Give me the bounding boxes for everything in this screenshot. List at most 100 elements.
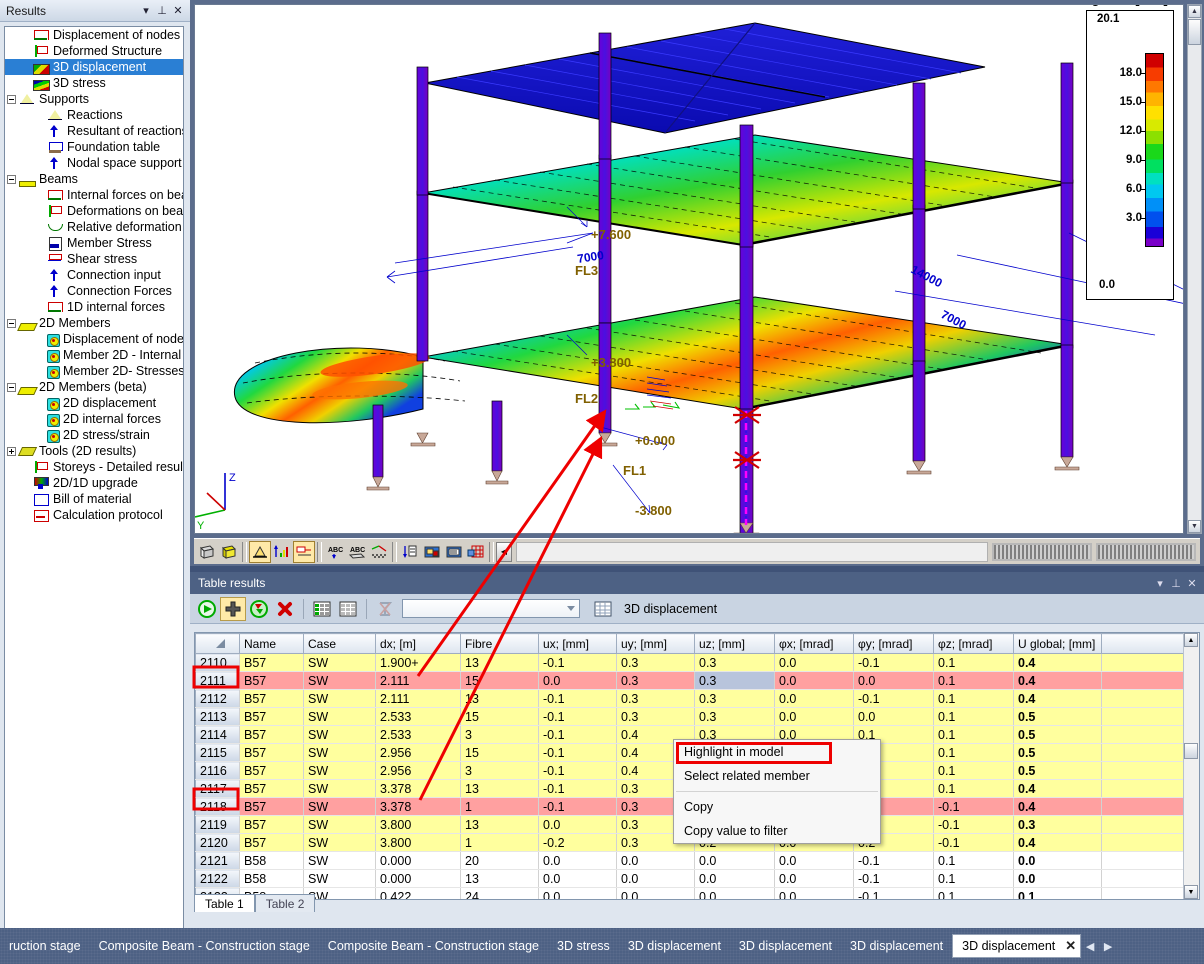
cell-case[interactable]: SW (304, 816, 376, 834)
cell-dx[interactable]: 3.378 (376, 780, 461, 798)
cell-name[interactable]: B57 (240, 744, 304, 762)
cell-dx[interactable]: 3.800 (376, 816, 461, 834)
scroll-thumb-a[interactable] (992, 543, 1092, 561)
cell-pz[interactable]: 0.1 (934, 744, 1014, 762)
column-header-phix[interactable]: φx; [mrad] (775, 634, 854, 654)
cell-uz[interactable]: 0.0 (695, 888, 775, 901)
tree-item-deformations-on-beam[interactable]: Deformations on beam (5, 203, 183, 219)
tree-item-shear-stress[interactable]: Shear stress (5, 251, 183, 267)
cell-case[interactable]: SW (304, 672, 376, 690)
cell-ux[interactable]: -0.1 (539, 726, 617, 744)
cell-fibre[interactable]: 15 (461, 708, 539, 726)
column-header-phiz[interactable]: φz; [mrad] (934, 634, 1014, 654)
row-index[interactable]: 2113 (196, 708, 240, 726)
model-3d-view[interactable]: 7000 14000 7000 +7.600 +3.800 +0.000 -3.… (194, 4, 1184, 534)
cell-name[interactable]: B57 (240, 798, 304, 816)
cell-dx[interactable]: 3.378 (376, 798, 461, 816)
column-header-index[interactable] (196, 634, 240, 654)
cell-pz[interactable]: 0.1 (934, 888, 1014, 901)
cell-case[interactable]: SW (304, 744, 376, 762)
tree-item-2d-displacement[interactable]: 2D displacement (5, 395, 183, 411)
cell-ux[interactable]: -0.1 (539, 798, 617, 816)
cell-name[interactable]: B57 (240, 690, 304, 708)
tab-prev-icon[interactable]: ◀ (1081, 935, 1099, 957)
cell-fibre[interactable]: 3 (461, 726, 539, 744)
cell-ux[interactable]: 0.0 (539, 816, 617, 834)
column-header-ux[interactable]: ux; [mm] (539, 634, 617, 654)
cell-ux[interactable]: -0.1 (539, 744, 617, 762)
tree-expander-minus-icon[interactable] (7, 95, 16, 104)
cell-py[interactable]: 0.0 (854, 672, 934, 690)
close-icon[interactable]: ✕ (1184, 577, 1200, 590)
cell-ug[interactable]: 0.4 (1014, 834, 1102, 852)
labels-icon[interactable] (293, 541, 315, 563)
add-icon[interactable] (220, 597, 246, 621)
row-index[interactable]: 2121 (196, 852, 240, 870)
cell-px[interactable]: 0.0 (775, 870, 854, 888)
tree-item-deformed-structure[interactable]: Deformed Structure (5, 43, 183, 59)
context-menu[interactable]: Highlight in model Select related member… (673, 739, 881, 844)
close-icon[interactable]: ✕ (1065, 938, 1076, 954)
cell-ug[interactable]: 0.4 (1014, 690, 1102, 708)
cell-fibre[interactable]: 13 (461, 654, 539, 672)
cell-fibre[interactable]: 13 (461, 690, 539, 708)
column-header-name[interactable]: Name (240, 634, 304, 654)
scroll-thumb[interactable] (1188, 19, 1201, 45)
cell-case[interactable]: SW (304, 852, 376, 870)
cell-case[interactable]: SW (304, 780, 376, 798)
cell-pz[interactable]: 0.1 (934, 708, 1014, 726)
cell-name[interactable]: B57 (240, 708, 304, 726)
picture-icon[interactable] (421, 541, 443, 563)
tree-item-nodal-space-support-re[interactable]: Nodal space support re (5, 155, 183, 171)
results-grid-container[interactable]: Name Case dx; [m] Fibre ux; [mm] uy; [mm… (194, 632, 1200, 900)
tree-item-internal-forces-on-beam[interactable]: Internal forces on beam (5, 187, 183, 203)
row-index[interactable]: 2122 (196, 870, 240, 888)
row-index[interactable]: 2120 (196, 834, 240, 852)
grid-overlay-icon[interactable] (465, 541, 487, 563)
doc-tab[interactable]: 3D stress (548, 935, 619, 957)
column-header-uy[interactable]: uy; [mm] (617, 634, 695, 654)
tree-item-2d-members-beta[interactable]: 2D Members (beta) (5, 379, 183, 395)
column-header-phiy[interactable]: φy; [mrad] (854, 634, 934, 654)
scroll-down-icon[interactable]: ▼ (1184, 885, 1198, 899)
cell-name[interactable]: B58 (240, 870, 304, 888)
render-wireframe-icon[interactable] (196, 541, 218, 563)
cell-ux[interactable]: -0.1 (539, 762, 617, 780)
tab-table-1[interactable]: Table 1 (194, 894, 255, 912)
refresh-icon[interactable] (194, 597, 220, 621)
tree-item-1d-internal-forces[interactable]: 1D internal forces (5, 299, 183, 315)
cell-ug[interactable]: 0.5 (1014, 744, 1102, 762)
tree-item-member-2d-internal-f[interactable]: Member 2D - Internal F (5, 347, 183, 363)
scroll-down-icon[interactable]: ▼ (1188, 520, 1201, 533)
cell-dx[interactable]: 2.533 (376, 708, 461, 726)
delete-icon[interactable] (272, 597, 298, 621)
view-hscroll-left-icon[interactable]: ◀ (496, 542, 512, 562)
filter-icon[interactable] (372, 597, 398, 621)
text-abc-icon[interactable]: ABC (324, 541, 346, 563)
supports-icon[interactable] (249, 541, 271, 563)
table-row[interactable]: 2113B57SW2.53315-0.10.30.30.00.00.10.5 (196, 708, 1199, 726)
tree-item-resultant-of-reactions[interactable]: Resultant of reactions (5, 123, 183, 139)
table-row[interactable]: 2110B57SW1.900+13-0.10.30.30.0-0.10.10.4 (196, 654, 1199, 672)
view-horizontal-scrollbar[interactable] (516, 542, 988, 562)
view-vertical-scrollbar[interactable]: ▲ ▼ (1187, 4, 1202, 534)
cell-py[interactable]: -0.1 (854, 888, 934, 901)
tree-item-relative-deformation[interactable]: Relative deformation (5, 219, 183, 235)
table-green-icon[interactable] (309, 597, 335, 621)
close-icon[interactable]: ✕ (170, 4, 186, 17)
cell-ug[interactable]: 0.5 (1014, 726, 1102, 744)
results-tree[interactable]: Displacement of nodesDeformed Structure3… (4, 26, 184, 958)
cell-name[interactable]: B57 (240, 654, 304, 672)
cell-case[interactable]: SW (304, 708, 376, 726)
tree-item-calculation-protocol[interactable]: Calculation protocol (5, 507, 183, 523)
cell-ug[interactable]: 0.4 (1014, 798, 1102, 816)
dropdown-icon[interactable]: ▾ (138, 4, 154, 17)
cell-uy[interactable]: 0.3 (617, 708, 695, 726)
tab-next-icon[interactable]: ▶ (1099, 935, 1117, 957)
grid-vertical-scrollbar[interactable]: ▲ ▼ (1183, 633, 1199, 899)
menu-item-select-related-member[interactable]: Select related member (674, 764, 880, 788)
tree-item-connection-input[interactable]: Connection input (5, 267, 183, 283)
menu-item-highlight-in-model[interactable]: Highlight in model (674, 740, 880, 764)
cell-py[interactable]: -0.1 (854, 870, 934, 888)
dropdown-icon[interactable]: ▾ (1152, 577, 1168, 590)
